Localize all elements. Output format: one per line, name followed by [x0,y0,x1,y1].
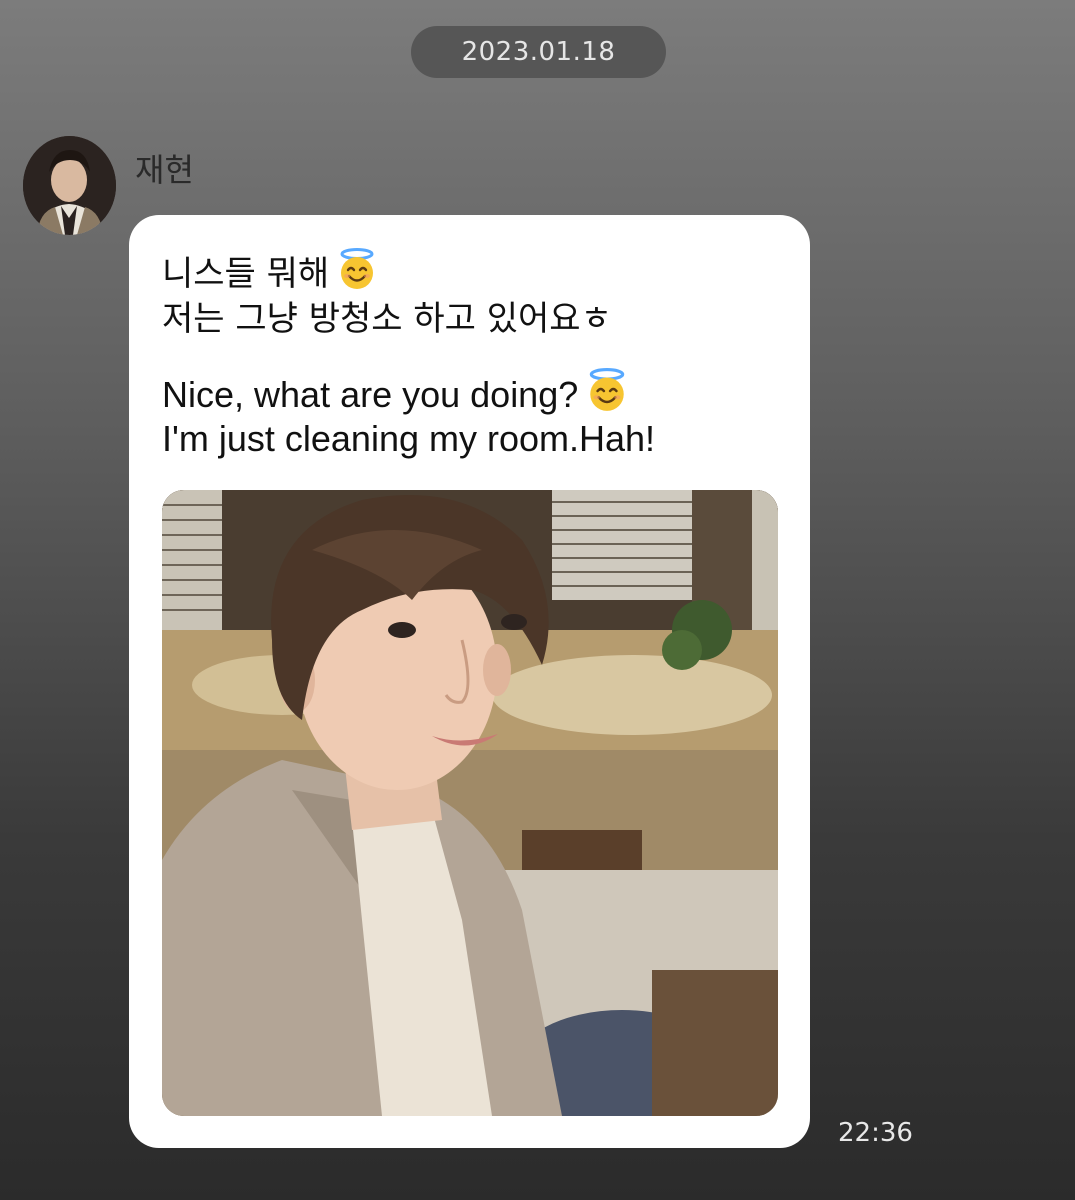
date-separator: 2023.01.18 [411,26,666,78]
selfie-photo-icon [162,490,778,1116]
message-text: Nice, what are you doing? [162,374,579,415]
message-korean-line-2: 저는 그냥 방청소 하고 있어요ㅎ [162,299,612,339]
avatar-image [23,136,116,235]
sender-name: 재현 [135,151,194,189]
message-bubble[interactable]: 니스들 뭐해 저는 그냥 방청소 하고 있어요ㅎ Nice, what are … [129,215,810,1148]
message-text: 니스들 뭐해 [162,254,330,294]
attached-photo[interactable] [162,490,778,1116]
message-timestamp: 22:36 [838,1118,913,1148]
sender-avatar[interactable] [23,136,116,235]
message-english-line-2: I'm just cleaning my room.Hah! [162,418,656,459]
